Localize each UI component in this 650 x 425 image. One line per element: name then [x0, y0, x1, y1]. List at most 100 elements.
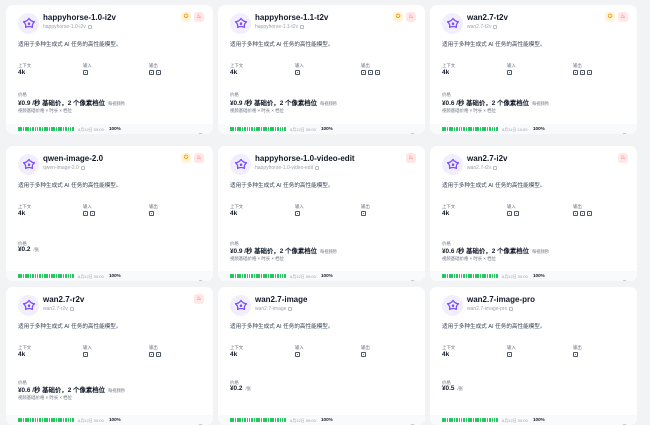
model-id-text: wan2.7-i2v	[467, 165, 492, 171]
arrow-up-right-icon[interactable]	[197, 273, 203, 281]
input-label: 输入	[507, 204, 516, 209]
card-footer: 6月12日 09:00 100%	[218, 271, 425, 281]
uptime-segment	[486, 274, 489, 278]
model-card[interactable]: wan2.7-image wan2.7-image 适用于多种生成式 AI 任务的高…	[218, 287, 425, 425]
uptime-segment	[248, 127, 251, 131]
uptime-segment	[258, 274, 260, 278]
model-id-text: qwen-image-2.0	[43, 165, 79, 171]
copy-icon[interactable]	[493, 25, 498, 29]
copy-icon[interactable]	[300, 25, 305, 29]
model-logo-icon	[18, 154, 39, 175]
modality-icon	[573, 352, 578, 357]
modality-icon	[90, 211, 95, 216]
model-card[interactable]: wan2.7-i2v wan2.7-i2v ♨ 适用于多种生成式 AI 任务的高性能模…	[430, 146, 637, 281]
copy-icon[interactable]	[509, 307, 514, 311]
model-name[interactable]: happyhorse-1.0-video-edit	[255, 154, 355, 163]
uptime-segment	[32, 127, 34, 131]
model-name[interactable]: wan2.7-i2v	[467, 154, 507, 163]
uptime-segment	[29, 127, 32, 131]
model-card[interactable]: happyhorse-1.1-t2v happyhorse-1.1-t2v ✪ ♨ 适用…	[218, 5, 425, 134]
output-modalities	[361, 352, 366, 357]
uptime-bar	[442, 274, 498, 278]
model-name[interactable]: wan2.7-image	[255, 295, 307, 304]
uptime-segment	[460, 274, 463, 278]
copy-icon[interactable]	[493, 166, 498, 170]
uptime-segment	[43, 418, 46, 422]
copy-icon[interactable]	[69, 307, 74, 311]
output-modalities	[149, 70, 161, 75]
uptime-segment	[456, 127, 458, 131]
uptime-segment	[453, 418, 456, 422]
model-card[interactable]: wan2.7-t2v wan2.7-t2v ✪ ♨ 适用于多种生成式 AI 任务的高性能…	[430, 5, 637, 134]
badge-group: ♨	[618, 153, 628, 163]
modality-icon	[580, 70, 585, 75]
model-logo-icon	[18, 13, 39, 34]
price-unit: 每视频秒	[108, 101, 126, 106]
card-footer: 6月12日 09:00 100%	[430, 271, 637, 281]
copy-icon[interactable]	[315, 166, 320, 170]
model-name[interactable]: wan2.7-t2v	[467, 13, 508, 22]
uptime-segment	[449, 127, 451, 131]
arrow-up-right-icon[interactable]	[409, 417, 415, 425]
model-description: 适用于多种生成式 AI 任务的高性能模型。	[230, 42, 334, 48]
arrow-up-right-icon[interactable]	[197, 417, 203, 425]
uptime-segment	[239, 274, 241, 278]
price-line: ¥0.2/张	[18, 246, 39, 253]
copy-icon[interactable]	[87, 25, 92, 29]
output-label: 输出	[361, 204, 370, 209]
arrow-up-right-icon[interactable]	[621, 273, 627, 281]
uptime-segment	[458, 274, 461, 278]
output-modalities	[361, 70, 380, 75]
model-name[interactable]: wan2.7-r2v	[43, 295, 84, 304]
uptime-segment	[20, 127, 22, 131]
uptime-segment	[260, 418, 263, 422]
uptime-segment	[39, 274, 41, 278]
uptime-segment	[72, 127, 74, 131]
model-description: 适用于多种生成式 AI 任务的高性能模型。	[442, 42, 546, 48]
uptime-segment	[475, 274, 477, 278]
arrow-up-right-icon[interactable]	[409, 126, 415, 134]
uptime-segment	[27, 274, 29, 278]
uptime-segment	[479, 418, 482, 422]
modality-icon	[156, 70, 161, 75]
model-id-text: happyhorse-1.0-video-edit	[255, 165, 314, 171]
hot-icon: ♨	[194, 294, 204, 304]
copy-icon[interactable]	[288, 307, 293, 311]
uptime-segment	[246, 274, 249, 278]
arrow-up-right-icon[interactable]	[197, 126, 203, 134]
arrow-up-right-icon[interactable]	[621, 417, 627, 425]
input-modalities	[295, 352, 300, 357]
uptime-segment	[72, 418, 74, 422]
model-card[interactable]: happyhorse-1.0-i2v happyhorse-1.0-i2v ✪ ♨ 适用…	[6, 5, 213, 134]
updated-time: 6月12日 09:00	[78, 273, 104, 279]
uptime-segment	[482, 418, 484, 422]
uptime-segment	[60, 127, 63, 131]
uptime-segment	[41, 127, 44, 131]
uptime-segment	[467, 274, 470, 278]
price-formula: 视频基础价格 × 时长 × 档位	[18, 395, 72, 400]
uptime-segment	[265, 418, 267, 422]
context-value: 4k	[442, 69, 450, 76]
uptime-segment	[253, 418, 256, 422]
uptime-segment	[279, 418, 282, 422]
uptime-segment	[274, 418, 277, 422]
model-name[interactable]: happyhorse-1.0-i2v	[43, 13, 116, 22]
uptime-segment	[234, 418, 237, 422]
modality-icon	[361, 70, 366, 75]
arrow-up-right-icon[interactable]	[409, 273, 415, 281]
model-card[interactable]: wan2.7-r2v wan2.7-r2v ♨ 适用于多种生成式 AI 任务的高性能模…	[6, 287, 213, 425]
badge-group: ✪ ♨	[393, 12, 416, 22]
model-card[interactable]: wan2.7-image-pro wan2.7-image-pro 适用于多种生成式…	[430, 287, 637, 425]
model-name[interactable]: happyhorse-1.1-t2v	[255, 13, 328, 22]
model-card[interactable]: happyhorse-1.0-video-edit happyhorse-1.0-…	[218, 146, 425, 281]
model-name[interactable]: wan2.7-image-pro	[467, 295, 535, 304]
copy-icon[interactable]	[80, 166, 85, 170]
input-modalities	[295, 70, 300, 75]
price-value: ¥0.9 /秒 基础价，2 个像素档位	[230, 100, 318, 107]
model-grid: happyhorse-1.0-i2v happyhorse-1.0-i2v ✪ ♨ 适用…	[6, 5, 638, 425]
uptime-segment	[234, 274, 237, 278]
updated-time: 6月11日 10:00	[502, 126, 528, 132]
model-name[interactable]: qwen-image-2.0	[43, 154, 103, 163]
model-card[interactable]: qwen-image-2.0 qwen-image-2.0 ✪ ♨ 适用于多种生成式 A…	[6, 146, 213, 281]
arrow-up-right-icon[interactable]	[621, 126, 627, 134]
